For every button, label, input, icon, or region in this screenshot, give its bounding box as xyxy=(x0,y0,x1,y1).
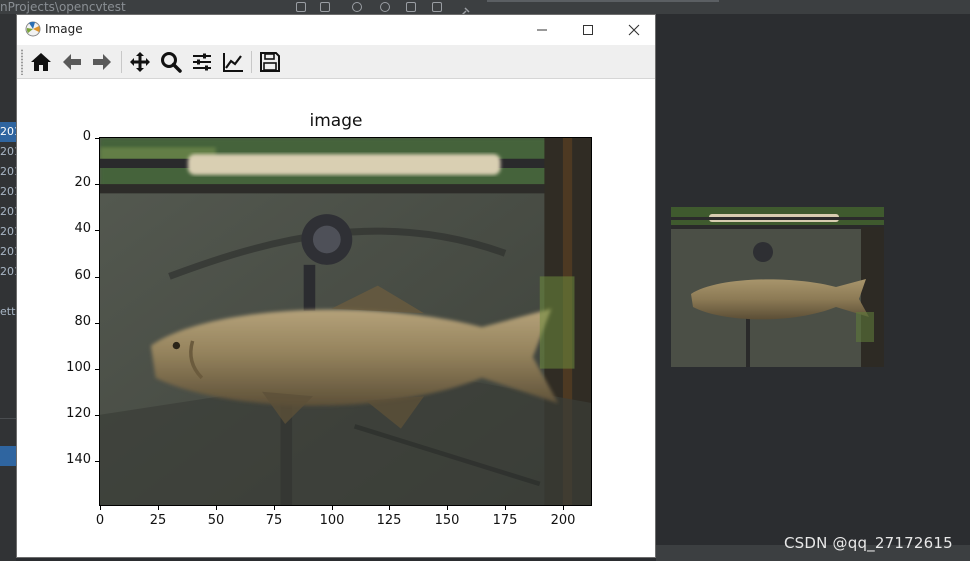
figure-window: Image image 0 20 40 60 80 100 120 140 0 … xyxy=(16,14,656,558)
x-tick-mark xyxy=(389,506,390,510)
y-tick-mark xyxy=(95,277,99,278)
y-tick-mark xyxy=(95,184,99,185)
navigation-toolbar xyxy=(17,45,655,79)
ide-project-path: nProjects\opencvtest xyxy=(0,0,126,14)
y-tick-label: 140 xyxy=(66,452,91,467)
back-arrow-icon xyxy=(63,54,81,70)
image-axes[interactable] xyxy=(99,137,592,506)
toolbar-separator xyxy=(251,51,252,73)
toolbar-separator xyxy=(121,51,122,73)
x-tick-mark xyxy=(274,506,275,510)
ide-tree-item[interactable]: 201 xyxy=(0,182,16,202)
ide-tree-item[interactable]: 201 xyxy=(0,122,16,142)
save-button[interactable] xyxy=(257,49,283,75)
ide-project-tree: 201 201 201 201 201 201 201 201 ette xyxy=(0,14,16,561)
ide-stop-icon[interactable] xyxy=(406,2,416,12)
y-tick-mark xyxy=(95,461,99,462)
x-tick-label: 0 xyxy=(95,513,105,528)
fish-photo xyxy=(100,138,591,505)
y-tick-mark xyxy=(95,415,99,416)
ide-search-icon[interactable] xyxy=(380,2,390,12)
maximize-button[interactable] xyxy=(565,15,611,45)
home-button[interactable] xyxy=(28,49,54,75)
ide-tree-item[interactable]: 201 xyxy=(0,242,16,262)
back-button[interactable] xyxy=(59,49,85,75)
ide-clock-icon[interactable] xyxy=(352,2,362,12)
matplotlib-logo-icon xyxy=(24,20,42,38)
subplots-config-icon xyxy=(193,53,211,71)
ide-tree-item[interactable]: 201 xyxy=(0,262,16,282)
maximize-icon xyxy=(583,25,593,35)
ide-tab-indicator xyxy=(487,0,719,2)
pan-button[interactable] xyxy=(127,49,153,75)
forward-button[interactable] xyxy=(89,49,115,75)
y-tick-label: 20 xyxy=(74,175,91,190)
minimize-icon xyxy=(537,29,547,31)
ide-pin-icon[interactable] xyxy=(460,2,470,16)
x-tick-mark xyxy=(100,506,101,510)
thumbnail-image xyxy=(671,207,884,367)
x-tick-mark xyxy=(505,506,506,510)
x-tick-mark xyxy=(216,506,217,510)
ide-tree-item[interactable]: 201 xyxy=(0,222,16,242)
y-tick-label: 80 xyxy=(74,314,91,329)
y-tick-mark xyxy=(95,323,99,324)
y-tick-mark xyxy=(95,230,99,231)
pan-icon xyxy=(130,52,150,72)
ide-grid-icon[interactable] xyxy=(296,2,306,12)
y-tick-label: 100 xyxy=(66,360,91,375)
save-icon xyxy=(260,52,280,72)
x-tick-label: 75 xyxy=(265,513,283,528)
zoom-icon xyxy=(161,52,182,73)
window-title: Image xyxy=(45,22,83,36)
x-tick-label: 100 xyxy=(319,513,345,528)
watermark-text: CSDN @qq_27172615 xyxy=(784,534,953,552)
configure-subplots-button[interactable] xyxy=(189,49,215,75)
x-tick-mark xyxy=(563,506,564,510)
x-tick-label: 50 xyxy=(207,513,225,528)
ide-tree-item[interactable]: 201 xyxy=(0,162,16,182)
edit-axes-icon xyxy=(223,53,243,72)
ide-divider xyxy=(0,418,16,419)
y-tick-mark xyxy=(95,369,99,370)
plot-title: image xyxy=(309,111,363,131)
x-tick-label: 200 xyxy=(550,513,576,528)
y-tick-label: 60 xyxy=(74,268,91,283)
x-tick-label: 175 xyxy=(492,513,518,528)
ide-layout-icon[interactable] xyxy=(320,2,330,12)
ide-top-bar: nProjects\opencvtest xyxy=(0,0,970,16)
x-tick-mark xyxy=(158,506,159,510)
y-tick-label: 40 xyxy=(74,221,91,236)
forward-arrow-icon xyxy=(93,54,111,70)
y-tick-label: 120 xyxy=(66,406,91,421)
edit-axes-button[interactable] xyxy=(220,49,246,75)
y-tick-mark xyxy=(95,138,99,139)
zoom-button[interactable] xyxy=(158,49,184,75)
minimize-button[interactable] xyxy=(519,15,565,45)
close-button[interactable] xyxy=(611,15,657,45)
x-tick-mark xyxy=(447,506,448,510)
toolbar-grip[interactable] xyxy=(21,49,23,75)
x-tick-label: 25 xyxy=(149,513,167,528)
x-tick-label: 125 xyxy=(376,513,402,528)
x-tick-mark xyxy=(332,506,333,510)
ide-tree-item[interactable]: 201 xyxy=(0,142,16,162)
ide-tree-item[interactable]: 201 xyxy=(0,202,16,222)
close-icon xyxy=(628,24,640,36)
x-tick-label: 150 xyxy=(434,513,460,528)
ide-tree-item[interactable]: ette xyxy=(0,302,16,322)
title-bar[interactable]: Image xyxy=(17,15,655,45)
y-tick-label: 0 xyxy=(82,129,91,144)
home-icon xyxy=(31,53,51,71)
ide-selected-row[interactable] xyxy=(0,446,16,466)
ide-tool-icon[interactable] xyxy=(432,2,442,12)
